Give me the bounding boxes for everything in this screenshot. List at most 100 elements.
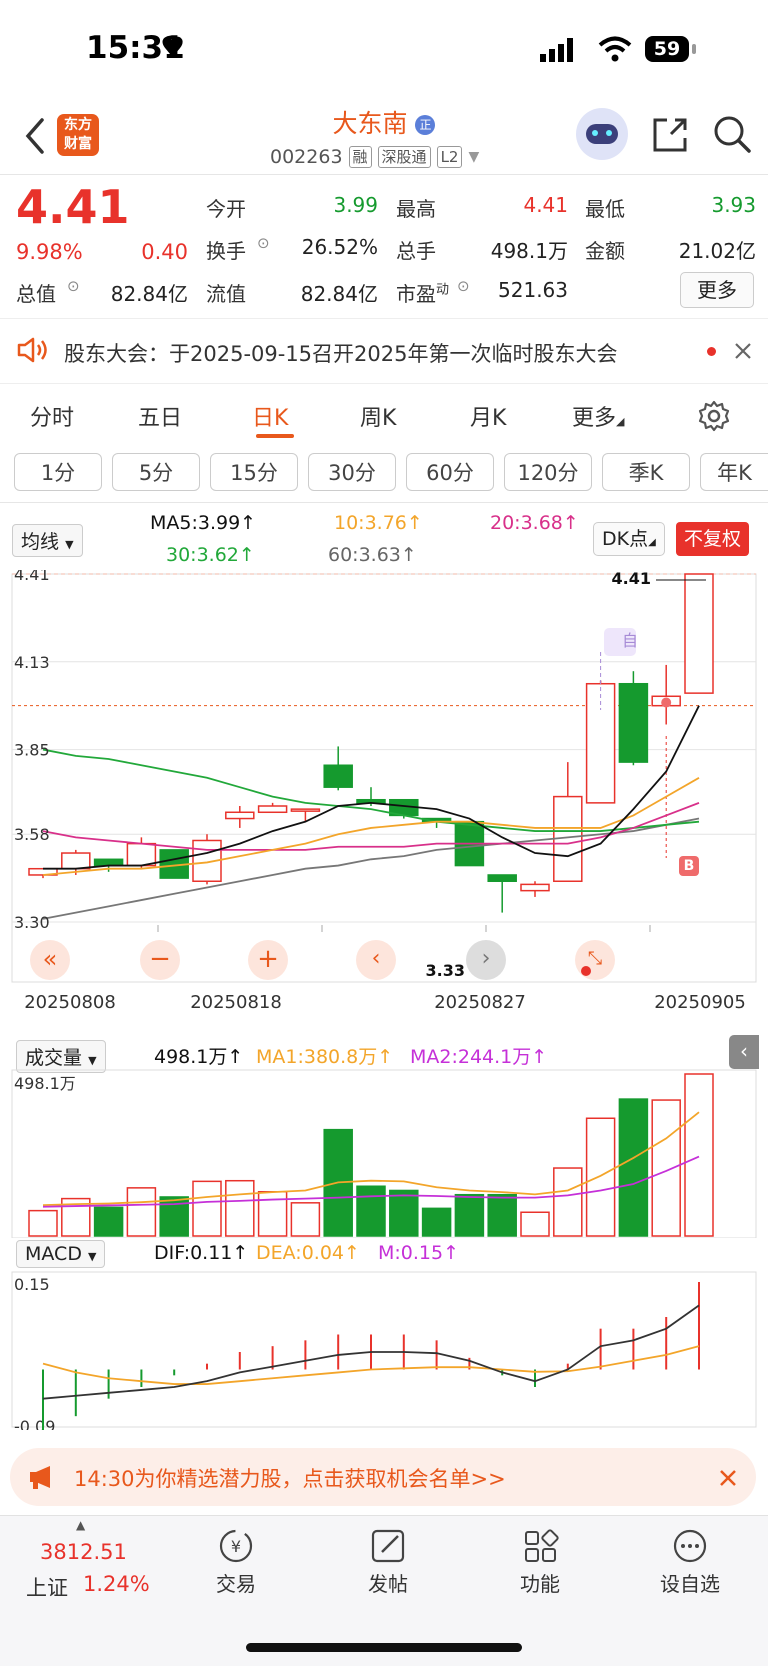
scroll-left-fast-button[interactable]: « <box>30 940 70 980</box>
index-change: 1.24% <box>83 1572 150 1596</box>
ma30-legend: 30:3.62↑ <box>166 544 255 566</box>
scroll-right-button[interactable]: › <box>466 940 506 980</box>
info-icon[interactable]: ⊙ <box>67 277 80 295</box>
nav-functions-label: 功能 <box>520 1572 560 1596</box>
candle-body <box>618 682 649 763</box>
interval-15min[interactable]: 15分 <box>210 453 298 491</box>
volume-bar <box>684 1073 714 1237</box>
y-axis-label: 3.30 <box>14 913 50 932</box>
interval-30min[interactable]: 30分 <box>308 453 396 491</box>
pe-sup: 动 <box>436 282 450 298</box>
ma10-legend: 10:3.76↑ <box>334 512 423 534</box>
zoom-out-button[interactable]: − <box>140 940 180 980</box>
signal-icon <box>540 38 573 62</box>
interval-5min[interactable]: 5分 <box>112 453 200 491</box>
index-name: 上证 <box>26 1576 68 1600</box>
x-axis-label: 20250827 <box>434 992 526 1013</box>
search-icon[interactable] <box>712 114 752 154</box>
volume-bar <box>454 1193 485 1237</box>
tab-intraday[interactable]: 分时 <box>30 400 74 432</box>
y-axis-label: 4.41 <box>14 570 50 584</box>
collapse-panel-button[interactable]: ‹ <box>729 1035 759 1069</box>
buy-marker: B <box>684 858 695 874</box>
tab-daily-k[interactable]: 日K <box>252 400 288 432</box>
change-amount: 0.40 <box>141 240 188 264</box>
pe-label: 市盈动 <box>396 278 449 307</box>
candle-body <box>61 852 91 870</box>
pe-value: 521.63 <box>498 278 568 302</box>
interval-year-k[interactable]: 年K <box>700 453 768 491</box>
info-icon[interactable]: ⊙ <box>257 234 270 252</box>
interval-60min[interactable]: 60分 <box>406 453 494 491</box>
chevron-down-icon: ▼ <box>88 1054 97 1067</box>
volume-ma2: MA2:244.1万↑ <box>410 1046 548 1068</box>
candle-body <box>257 805 288 814</box>
volume-bar <box>487 1193 517 1237</box>
more-button[interactable]: 更多 <box>680 272 754 308</box>
macd-selector[interactable]: MACD ▼ <box>16 1240 106 1268</box>
volume-chart: 498.1万 <box>11 1069 757 1238</box>
candle-body <box>290 808 321 812</box>
robot-avatar-icon[interactable] <box>576 108 628 160</box>
nav-trade[interactable]: ¥ 交易 <box>196 1528 276 1597</box>
y-axis-label: 3.85 <box>14 741 50 760</box>
close-icon[interactable] <box>734 342 752 360</box>
battery-tip <box>692 44 696 54</box>
macd-min-label: -0.09 <box>14 1417 55 1430</box>
no-adjust-button[interactable]: 不复权 <box>676 522 750 556</box>
price-dot <box>661 697 672 708</box>
tab-more[interactable]: 更多◢ <box>572 400 624 432</box>
nav-post[interactable]: 发帖 <box>348 1528 428 1597</box>
high-marker: 4.41 <box>612 570 651 588</box>
close-icon[interactable] <box>718 1468 738 1488</box>
volume-bar <box>356 1185 386 1237</box>
volume-bar <box>290 1202 321 1237</box>
interval-1min[interactable]: 1分 <box>14 453 102 491</box>
ma-selector[interactable]: 均线 ▼ <box>12 524 83 557</box>
triangle-icon: ◢ <box>616 415 625 428</box>
candle-body <box>684 573 714 694</box>
macd-dea: DEA:0.04↑ <box>256 1242 360 1264</box>
candle-body <box>126 842 157 867</box>
triangle-icon: ◢ <box>648 537 656 548</box>
zoom-in-button[interactable]: + <box>248 940 288 980</box>
notice-text: 股东大会：于2025-09-15召开2025年第一次临时股东大会 <box>64 342 618 366</box>
high-value: 4.41 <box>523 193 568 217</box>
volume-bar <box>93 1206 124 1237</box>
macd-max-label: 0.15 <box>14 1275 50 1294</box>
dk-point-button[interactable]: DK点◢ <box>593 522 665 556</box>
kline-candles <box>28 573 714 971</box>
nav-post-label: 发帖 <box>368 1572 408 1596</box>
index-toggle-icon[interactable]: ▲ <box>76 1518 85 1532</box>
nav-functions[interactable]: 功能 <box>500 1528 580 1597</box>
nav-add-watchlist[interactable]: 设自选 <box>650 1528 730 1597</box>
unread-dot <box>707 347 716 356</box>
share-icon[interactable] <box>651 116 689 154</box>
y-axis-label: 3.58 <box>14 825 50 844</box>
tab-monthly-k[interactable]: 月K <box>470 400 506 432</box>
open-label: 今开 <box>206 197 246 221</box>
y-axis-label: 4.13 <box>14 653 50 672</box>
float-value: 82.84亿 <box>300 282 378 306</box>
volume-bar <box>389 1189 419 1237</box>
high-label: 最高 <box>396 197 436 221</box>
stock-code: 002263 <box>270 146 343 168</box>
chevron-down-icon: ▼ <box>88 1250 97 1263</box>
settings-gear-icon[interactable] <box>698 400 730 432</box>
interval-quarter-k[interactable]: 季K <box>602 453 690 491</box>
stock-name: 大东南 <box>332 109 408 138</box>
tab-five-day[interactable]: 五日 <box>138 400 182 432</box>
active-tab-indicator <box>256 434 294 438</box>
volume-ma1: MA1:380.8万↑ <box>256 1046 394 1068</box>
info-icon[interactable]: ⊙ <box>457 277 470 295</box>
trade-icon: ¥ <box>219 1529 253 1563</box>
index-value[interactable]: 3812.51 <box>40 1540 127 1564</box>
volume-bar <box>225 1179 255 1237</box>
megaphone-icon <box>30 1466 50 1489</box>
x-axis-label: 20250818 <box>190 992 282 1013</box>
tab-weekly-k[interactable]: 周K <box>360 400 396 432</box>
stock-code-row[interactable]: 002263 融 深股通 L2 ▼ <box>270 146 479 168</box>
turnover-value: 26.52% <box>301 235 378 259</box>
scroll-left-button[interactable]: ‹ <box>356 940 396 980</box>
interval-120min[interactable]: 120分 <box>504 453 592 491</box>
